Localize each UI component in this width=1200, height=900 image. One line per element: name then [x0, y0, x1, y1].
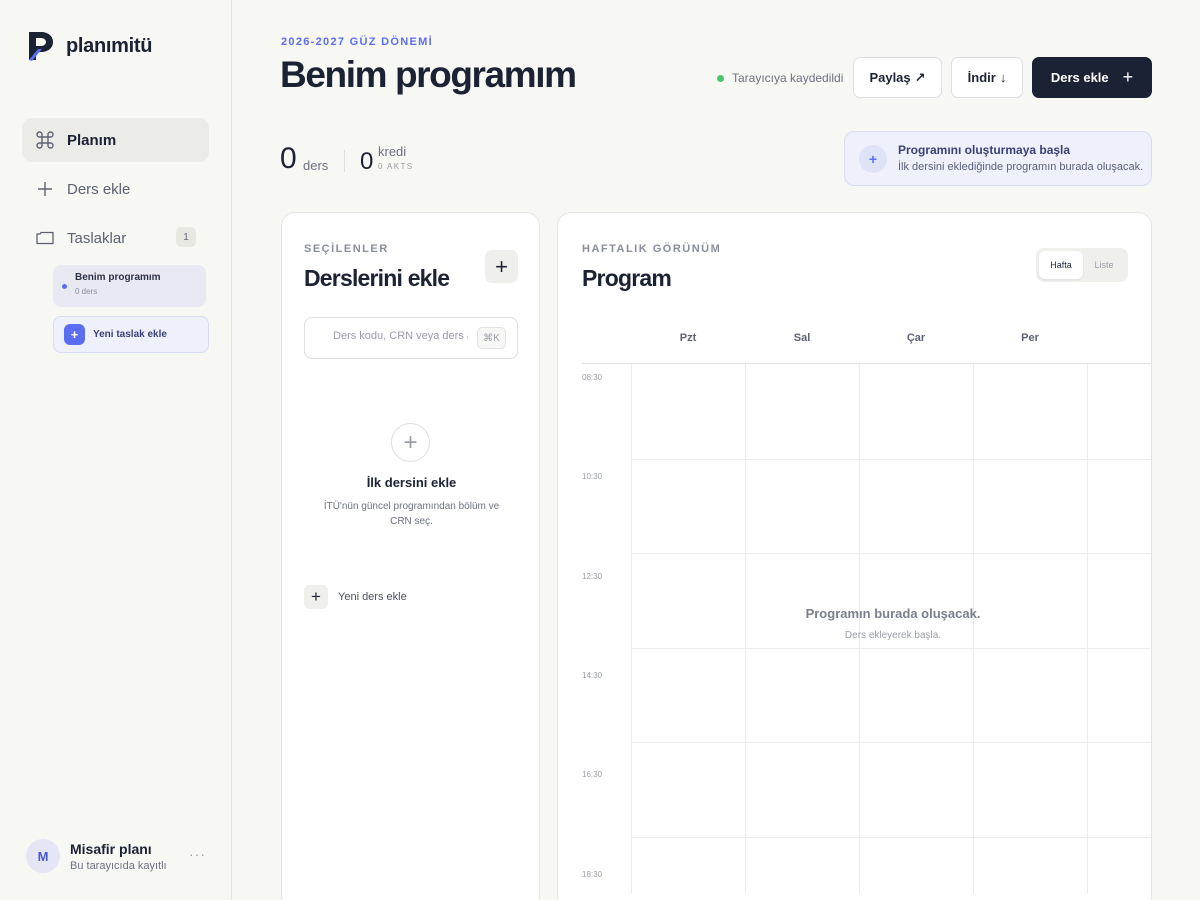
draft-title: Benim programım — [75, 272, 161, 283]
plus-icon: + — [64, 324, 85, 345]
selected-courses-panel: SEÇİLENLER Derslerini ekle + ⌘K + İlk de… — [281, 212, 540, 900]
stats-divider — [344, 150, 345, 172]
folder-icon — [36, 229, 54, 247]
grid-row-line — [631, 459, 1151, 460]
plus-icon: + — [304, 585, 328, 609]
time-label: 14:30 — [582, 671, 603, 680]
grid-column-line — [745, 364, 746, 894]
saved-status-dot — [717, 74, 724, 82]
share-button-label: Paylaş — [869, 70, 911, 85]
grid-column-line — [1087, 364, 1088, 894]
draft-item[interactable]: Benim programım 0 ders — [53, 265, 206, 307]
day-header: Çar — [906, 332, 926, 344]
grid-column-line — [631, 364, 632, 894]
add-course-button-label: Ders ekle — [1050, 70, 1109, 85]
plus-icon: + — [1122, 67, 1134, 87]
share-button[interactable]: Paylaş ↗ — [853, 57, 942, 98]
schedule-empty-title: Programın burada oluşacak. — [805, 606, 981, 621]
hint-title: Programını oluşturmaya başla — [898, 143, 1071, 157]
sidebar: planımitü Planım Ders ekle Taslaklar 1 B… — [0, 0, 232, 900]
keyboard-shortcut-badge: ⌘K — [477, 327, 506, 349]
user-name: Misafir planı — [70, 840, 152, 857]
grid-column-line — [859, 364, 860, 894]
time-label: 08:30 — [582, 373, 603, 382]
empty-state-title: İlk dersini ekle — [366, 475, 457, 490]
add-course-icon-button[interactable]: + — [485, 250, 518, 283]
user-profile[interactable]: M Misafir planı Bu tarayıcıda kayıtlı ··… — [26, 836, 216, 876]
page-title: Benim programım — [280, 54, 577, 95]
getting-started-hint: + Programını oluşturmaya başla İlk dersi… — [844, 131, 1152, 186]
plus-circle-icon[interactable]: + — [391, 423, 430, 462]
credits-label: kredi — [378, 144, 407, 159]
grid-header-divider — [582, 363, 1151, 364]
download-button[interactable]: İndir ↓ — [951, 57, 1023, 98]
user-subtitle: Bu tarayıcıda kayıtlı — [70, 859, 167, 872]
download-button-label: İndir — [967, 70, 996, 85]
grid-row-line — [631, 837, 1151, 838]
courses-count: 0 — [280, 142, 297, 175]
panel-title: Derslerini ekle — [304, 265, 450, 291]
saved-status-text: Tarayıcıya kaydedildi — [732, 71, 844, 85]
new-draft-button[interactable]: + Yeni taslak ekle — [53, 316, 209, 353]
day-header: Per — [1021, 332, 1039, 344]
empty-state-subtitle: İTÜ'nün güncel programından bölüm ve CRN… — [323, 501, 500, 527]
day-header: Sal — [793, 332, 811, 344]
logo-mark-icon — [29, 32, 53, 61]
avatar: M — [26, 839, 60, 873]
sidebar-item-label: Planım — [67, 131, 117, 149]
view-option-list[interactable]: Liste — [1083, 251, 1125, 279]
add-course-button[interactable]: Ders ekle + — [1032, 57, 1152, 98]
grid-row-line — [631, 648, 1151, 649]
logo[interactable]: planımitü — [26, 30, 152, 62]
active-draft-dot — [62, 284, 67, 289]
course-search[interactable]: ⌘K — [304, 317, 518, 359]
app-name: planımitü — [66, 34, 153, 57]
arrow-up-right-icon: ↗ — [914, 69, 926, 85]
plus-icon — [36, 180, 54, 198]
add-new-course-row[interactable]: + Yeni ders ekle — [304, 585, 407, 609]
view-toggle: Hafta Liste — [1036, 248, 1128, 282]
panel-kicker: SEÇİLENLER — [304, 243, 389, 255]
sidebar-item-ders-ekle[interactable]: Ders ekle — [22, 167, 209, 211]
sidebar-item-label: Ders ekle — [67, 180, 131, 198]
grid-row-line — [631, 742, 1151, 743]
weekly-schedule-panel: HAFTALIK GÖRÜNÜM Program Hafta Liste Pzt… — [557, 212, 1152, 900]
akts-label: 0 AKTS — [378, 162, 414, 171]
hint-subtitle: İlk dersini eklediğinde programın burada… — [898, 161, 1144, 173]
sidebar-item-planim[interactable]: Planım — [22, 118, 209, 162]
time-label: 16:30 — [582, 770, 603, 779]
grid-row-line — [631, 553, 1151, 554]
draft-subtitle: 0 ders — [75, 287, 98, 296]
command-icon — [36, 131, 54, 149]
courses-label: ders — [303, 158, 329, 173]
time-label: 12:30 — [582, 572, 603, 581]
sidebar-item-label: Taslaklar — [67, 229, 127, 247]
grid-column-line — [973, 364, 974, 894]
time-label: 10:30 — [582, 472, 603, 481]
semester-label: 2026-2027 GÜZ DÖNEMİ — [281, 36, 433, 48]
search-input[interactable] — [333, 330, 468, 342]
user-info: Misafir planı Bu tarayıcıda kayıtlı — [70, 841, 167, 872]
arrow-down-icon: ↓ — [999, 70, 1007, 85]
panel-kicker: HAFTALIK GÖRÜNÜM — [582, 243, 722, 255]
time-label: 18:30 — [582, 870, 603, 879]
day-header: Pzt — [679, 332, 697, 344]
new-draft-label: Yeni taslak ekle — [93, 329, 167, 340]
add-new-course-label: Yeni ders ekle — [338, 591, 407, 603]
view-option-week[interactable]: Hafta — [1039, 251, 1083, 279]
saved-status: Tarayıcıya kaydedildi — [717, 71, 843, 85]
credits-count: 0 — [360, 148, 374, 175]
more-options-icon[interactable]: ··· — [189, 846, 206, 862]
schedule-empty-subtitle: Ders ekleyerek başla. — [844, 630, 942, 641]
sidebar-item-taslaklar[interactable]: Taslaklar 1 — [22, 216, 209, 260]
drafts-count-badge: 1 — [176, 227, 196, 247]
plus-icon: + — [859, 145, 887, 173]
panel-title: Program — [582, 265, 672, 291]
